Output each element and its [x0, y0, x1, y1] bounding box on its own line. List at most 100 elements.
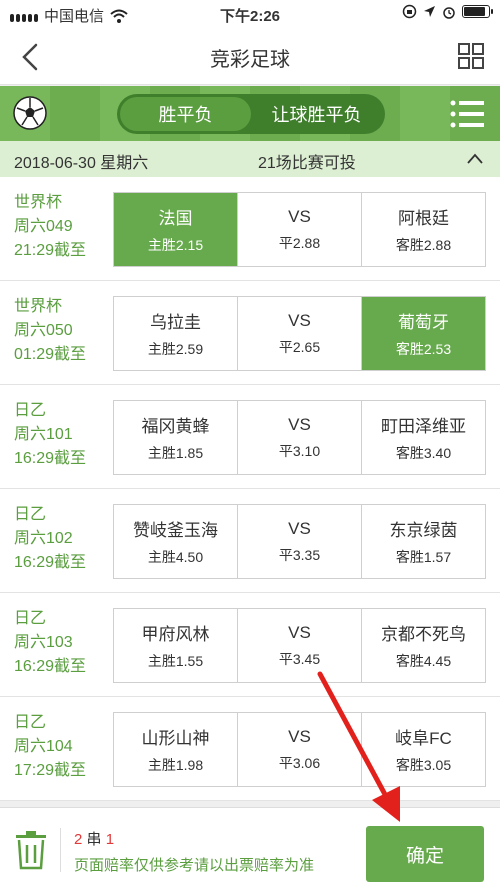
- home-team: 甲府风林: [141, 625, 210, 644]
- match-list: 世界杯 周六049 21:29截至 法国 主胜2.15 VS 平2.88 阿根廷…: [0, 177, 500, 801]
- home-win-option[interactable]: 福冈黄蜂 主胜1.85: [114, 401, 237, 474]
- odds-group: 法国 主胜2.15 VS 平2.88 阿根廷 客胜2.88: [113, 192, 486, 267]
- away-win-option[interactable]: 岐阜FC 客胜3.05: [361, 713, 485, 786]
- draw-option[interactable]: VS 平3.35: [237, 505, 361, 578]
- match-deadline: 16:29截至: [14, 450, 87, 467]
- match-code: 周六104: [14, 738, 73, 755]
- date-header[interactable]: 2018-06-30 星期六 21场比赛可投: [0, 141, 500, 177]
- away-odds: 客胜2.88: [395, 237, 452, 253]
- home-win-option[interactable]: 赞岐釜玉海 主胜4.50: [114, 505, 237, 578]
- home-team: 山形山神: [141, 729, 210, 748]
- match-row: 日乙 周六104 17:29截至 山形山神 主胜1.98 VS 平3.06 岐阜…: [0, 697, 500, 801]
- draw-odds: 平3.35: [278, 546, 321, 563]
- match-info: 日乙 周六102 16:29截至: [14, 503, 86, 575]
- away-team: 东京绿茵: [389, 521, 458, 540]
- tab-handicap-win-draw-lose[interactable]: 让球胜平负: [251, 97, 382, 131]
- draw-option[interactable]: VS 平3.45: [237, 609, 361, 682]
- home-win-option[interactable]: 乌拉圭 主胜2.59: [114, 297, 237, 370]
- odds-group: 赞岐釜玉海 主胜4.50 VS 平3.35 东京绿茵 客胜1.57: [113, 504, 486, 579]
- match-row: 日乙 周六102 16:29截至 赞岐釜玉海 主胜4.50 VS 平3.35 东…: [0, 489, 500, 593]
- away-odds: 客胜3.05: [395, 757, 452, 773]
- match-date: 2018-06-30 星期六: [14, 155, 149, 172]
- bet-summary: 2 串 1: [74, 828, 114, 849]
- away-team: 町田泽维亚: [381, 417, 466, 436]
- away-odds: 客胜2.53: [395, 341, 452, 357]
- match-code: 周六101: [14, 426, 73, 443]
- away-win-option[interactable]: 东京绿茵 客胜1.57: [361, 505, 485, 578]
- vs-label: VS: [288, 518, 311, 538]
- home-win-option[interactable]: 山形山神 主胜1.98: [114, 713, 237, 786]
- play-type-bar: 胜平负 让球胜平负: [0, 86, 500, 141]
- match-row: 日乙 周六103 16:29截至 甲府风林 主胜1.55 VS 平3.45 京都…: [0, 593, 500, 697]
- match-code: 周六050: [14, 322, 73, 339]
- league-name: 世界杯: [14, 194, 63, 211]
- away-win-option[interactable]: 葡萄牙 客胜2.53: [361, 297, 485, 370]
- odds-group: 乌拉圭 主胜2.59 VS 平2.65 葡萄牙 客胜2.53: [113, 296, 486, 371]
- divider: [60, 828, 61, 872]
- location-icon: [424, 6, 435, 17]
- bet-count: 2: [74, 831, 83, 848]
- away-win-option[interactable]: 京都不死鸟 客胜4.45: [361, 609, 485, 682]
- match-code: 周六049: [14, 218, 73, 235]
- status-right: [402, 4, 493, 19]
- grid-menu-icon[interactable]: [458, 43, 484, 69]
- away-odds: 客胜3.40: [395, 445, 452, 461]
- match-row: 世界杯 周六050 01:29截至 乌拉圭 主胜2.59 VS 平2.65 葡萄…: [0, 281, 500, 385]
- match-info: 世界杯 周六049 21:29截至: [14, 191, 86, 263]
- away-win-option[interactable]: 町田泽维亚 客胜3.40: [361, 401, 485, 474]
- home-win-option[interactable]: 甲府风林 主胜1.55: [114, 609, 237, 682]
- match-deadline: 16:29截至: [14, 658, 87, 675]
- draw-option[interactable]: VS 平3.06: [237, 713, 361, 786]
- draw-option[interactable]: VS 平2.88: [237, 193, 361, 266]
- vs-label: VS: [288, 206, 311, 226]
- match-deadline: 01:29截至: [14, 346, 87, 363]
- status-bar: 中国电信 下午2:26: [0, 0, 500, 28]
- away-team: 京都不死鸟: [381, 625, 466, 644]
- play-type-tabs: 胜平负 让球胜平负: [117, 94, 385, 134]
- away-odds: 客胜1.57: [395, 549, 452, 565]
- nav-bar: 竞彩足球: [0, 28, 500, 85]
- draw-option[interactable]: VS 平3.10: [237, 401, 361, 474]
- league-name: 世界杯: [14, 298, 63, 315]
- match-info: 日乙 周六101 16:29截至: [14, 399, 86, 471]
- odds-group: 福冈黄蜂 主胜1.85 VS 平3.10 町田泽维亚 客胜3.40: [113, 400, 486, 475]
- match-deadline: 17:29截至: [14, 762, 87, 779]
- home-team: 乌拉圭: [150, 313, 201, 332]
- home-odds: 主胜2.59: [147, 341, 204, 357]
- draw-odds: 平2.88: [278, 234, 321, 251]
- tab-win-draw-lose[interactable]: 胜平负: [120, 97, 251, 131]
- bet-multiplier: 1: [105, 831, 115, 848]
- match-row: 世界杯 周六049 21:29截至 法国 主胜2.15 VS 平2.88 阿根廷…: [0, 177, 500, 281]
- match-deadline: 21:29截至: [14, 242, 87, 259]
- away-team: 岐阜FC: [395, 729, 452, 748]
- trash-icon[interactable]: [14, 830, 48, 870]
- list-menu-icon[interactable]: [450, 99, 484, 129]
- match-info: 日乙 周六103 16:29截至: [14, 607, 86, 679]
- draw-odds: 平3.06: [278, 754, 321, 771]
- league-name: 日乙: [14, 506, 47, 523]
- odds-group: 甲府风林 主胜1.55 VS 平3.45 京都不死鸟 客胜4.45: [113, 608, 486, 683]
- odds-group: 山形山神 主胜1.98 VS 平3.06 岐阜FC 客胜3.05: [113, 712, 486, 787]
- draw-odds: 平3.45: [278, 650, 321, 667]
- match-code: 周六103: [14, 634, 73, 651]
- confirm-button[interactable]: 确定: [366, 826, 484, 882]
- alarm-icon: [443, 6, 455, 19]
- draw-option[interactable]: VS 平2.65: [237, 297, 361, 370]
- draw-odds: 平3.10: [278, 442, 321, 459]
- match-info: 世界杯 周六050 01:29截至: [14, 295, 86, 367]
- away-team: 葡萄牙: [398, 313, 449, 332]
- home-odds: 主胜1.98: [147, 757, 204, 773]
- vs-label: VS: [288, 310, 311, 330]
- vs-label: VS: [288, 414, 311, 434]
- home-win-option[interactable]: 法国 主胜2.15: [114, 193, 237, 266]
- chevron-up-icon[interactable]: [466, 150, 484, 168]
- orientation-lock-icon: [402, 4, 417, 19]
- away-team: 阿根廷: [398, 209, 449, 228]
- soccer-ball-icon: [13, 96, 47, 130]
- bet-unit: 串: [86, 831, 102, 848]
- home-team: 法国: [158, 209, 193, 228]
- bet-slip-bar: 2 串 1 页面赔率仅供参考请以出票赔率为准 确定: [0, 807, 500, 889]
- home-odds: 主胜2.15: [147, 237, 204, 253]
- away-win-option[interactable]: 阿根廷 客胜2.88: [361, 193, 485, 266]
- odds-disclaimer: 页面赔率仅供参考请以出票赔率为准: [74, 857, 315, 874]
